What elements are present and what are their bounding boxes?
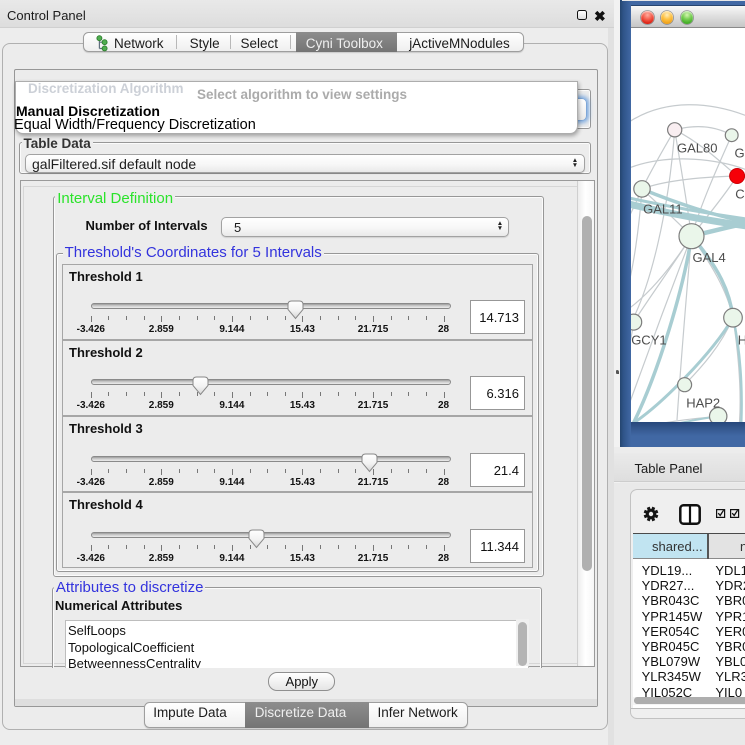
svg-text:GAL11: GAL11	[643, 202, 683, 217]
svg-text:C: C	[735, 187, 744, 202]
svg-text:G: G	[734, 146, 744, 161]
svg-text:GAL4: GAL4	[692, 250, 725, 265]
svg-text:H: H	[738, 333, 745, 348]
svg-text:HAP2: HAP2	[686, 396, 720, 411]
svg-text:GCY1: GCY1	[631, 333, 666, 348]
svg-text:GAL80: GAL80	[677, 141, 717, 156]
